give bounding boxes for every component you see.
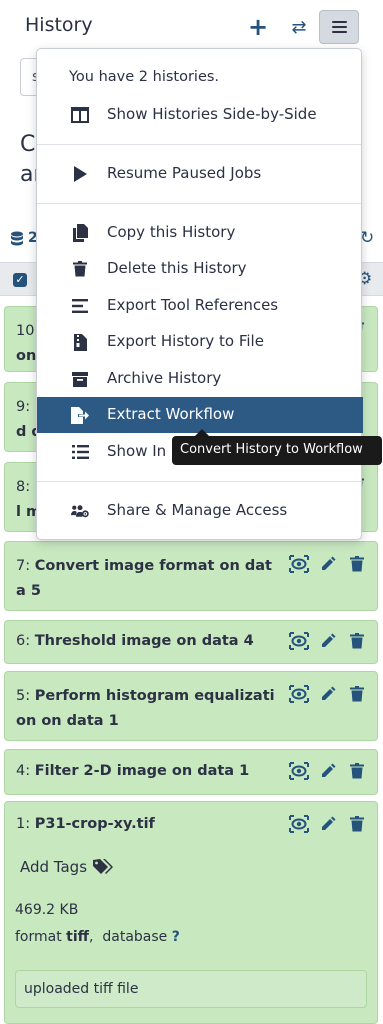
menu-divider [37,203,361,204]
copy-icon [71,224,89,242]
trash-icon[interactable] [347,761,367,781]
tooltip-arrow [195,429,209,436]
history-options-dropdown: You have 2 histories. Show Histories Sid… [36,48,363,540]
panel-title: History [25,14,93,36]
trash-icon[interactable] [347,814,367,834]
trash-icon [71,260,89,278]
dropdown-header: You have 2 histories. [69,69,220,85]
dataset-item[interactable]: 6: Threshold image on data 4 [4,620,378,664]
menu-item-resume-paused[interactable]: Resume Paused Jobs [37,156,361,192]
new-history-button[interactable]: + [238,10,278,44]
pencil-icon[interactable] [318,814,338,834]
dataset-info: uploaded tiff file [15,970,367,1008]
database-value-link[interactable]: ? [172,929,180,945]
pencil-icon[interactable] [318,684,338,704]
play-icon [71,165,89,183]
plus-icon: + [247,13,269,41]
menu-item-export-to-file[interactable]: Export History to File [37,324,361,360]
select-all-checkbox[interactable]: ✓ [13,273,27,287]
eye-icon[interactable] [289,761,309,781]
extract-workflow-tooltip: Convert History to Workflow [172,436,382,465]
pencil-icon[interactable] [318,761,338,781]
trash-icon[interactable] [347,684,367,704]
menu-item-side-by-side[interactable]: Show Histories Side-by-Side [37,97,361,133]
refresh-icon[interactable]: ↻ [360,228,374,248]
menu-item-archive-history[interactable]: Archive History [37,361,361,397]
exchange-icon: ⇄ [291,16,307,38]
database-icon [11,231,23,246]
eye-icon[interactable] [289,814,309,834]
menu-item-delete-history[interactable]: Delete this History [37,251,361,287]
pencil-icon[interactable] [318,631,338,651]
dataset-title: 7: Convert image format on dat a 5 [16,558,272,599]
columns-icon [71,106,89,124]
dataset-item[interactable]: 5: Perform histogram equalizati on on da… [4,671,378,741]
format-value: tiff [66,929,90,945]
history-panel-header: History + ⇄ [0,0,383,52]
dataset-size: 469.2 KB [15,902,79,918]
bars-icon [331,21,347,33]
menu-item-export-tool-refs[interactable]: Export Tool References [37,288,361,324]
dataset-title: 1: P31-crop-xy.tif [16,816,155,832]
eye-icon[interactable] [289,684,309,704]
menu-divider [37,144,361,145]
list-icon [71,443,89,461]
dataset-item[interactable]: 7: Convert image format on dat a 5 [4,541,378,611]
dataset-title: 4: Filter 2-D image on data 1 [16,763,250,779]
switch-history-button[interactable]: ⇄ [279,10,319,44]
file-export-icon [71,406,89,424]
trash-icon[interactable] [347,554,367,574]
eye-icon[interactable] [289,631,309,651]
eye-icon[interactable] [289,554,309,574]
history-options-button[interactable] [319,10,359,44]
menu-item-extract-workflow[interactable]: Extract Workflow [37,397,363,433]
dataset-format-row: format tiff, database ? [15,929,180,945]
tags-icon [93,859,114,874]
dataset-title: 6: Threshold image on data 4 [16,633,254,649]
file-archive-icon [71,333,89,351]
dataset-item-expanded[interactable]: 1: P31-crop-xy.tif Add Tags 469.2 KB for… [4,801,378,1024]
add-tags-button[interactable]: Add Tags [20,858,115,876]
menu-divider [37,481,361,482]
trash-icon[interactable] [347,631,367,651]
menu-item-copy-history[interactable]: Copy this History [37,215,361,251]
archive-icon [71,370,89,388]
menu-item-share-access[interactable]: Share & Manage Access [37,493,361,529]
dataset-item[interactable]: 4: Filter 2-D image on data 1 [4,749,378,795]
pencil-icon[interactable] [318,554,338,574]
align-left-icon [71,297,89,315]
users-cog-icon [71,502,89,520]
dataset-title: 5: Perform histogram equalizati on on da… [16,688,275,729]
